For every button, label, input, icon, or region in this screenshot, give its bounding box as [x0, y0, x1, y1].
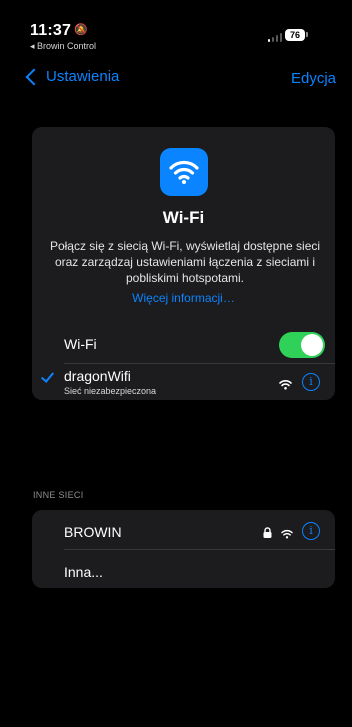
info-icon[interactable]: i — [302, 373, 320, 391]
wifi-settings-icon — [160, 148, 208, 196]
other-networks-title: INNE SIECI — [33, 490, 84, 500]
connected-network-name[interactable]: dragonWifi — [64, 368, 131, 384]
toggle-knob — [301, 334, 323, 356]
wifi-description: Połącz się z siecią Wi-Fi, wyświetlaj do… — [49, 239, 321, 285]
wifi-title: Wi-Fi — [162, 208, 205, 227]
back-to-app-link[interactable]: ◂ Browin Control — [30, 41, 96, 52]
more-info-link[interactable]: Więcej informacji… — [32, 291, 335, 305]
cellular-signal-icon — [268, 33, 282, 42]
lock-icon — [263, 525, 272, 543]
back-button-label: Ustawienia — [46, 68, 120, 85]
wifi-toggle-label: Wi-Fi — [64, 336, 97, 352]
battery-tip-icon — [306, 32, 308, 37]
connected-network-subtitle: Sieć niezabezpieczona — [64, 386, 157, 396]
wifi-signal-icon — [279, 377, 292, 395]
status-time: 11:37 🔕 — [30, 22, 88, 39]
battery-indicator: 76 — [285, 29, 305, 41]
edit-button[interactable]: Edycja — [291, 70, 336, 87]
network-browin[interactable]: BROWIN — [64, 524, 122, 540]
bell-silent-icon: 🔕 — [74, 24, 88, 36]
divider — [64, 549, 335, 550]
back-button[interactable]: Ustawienia — [24, 68, 119, 85]
divider — [64, 363, 335, 364]
info-icon[interactable]: i — [302, 522, 320, 540]
chevron-left-icon — [25, 68, 43, 85]
wifi-signal-icon — [281, 526, 293, 544]
other-network-button[interactable]: Inna... — [64, 564, 103, 580]
wifi-toggle[interactable] — [279, 332, 325, 358]
